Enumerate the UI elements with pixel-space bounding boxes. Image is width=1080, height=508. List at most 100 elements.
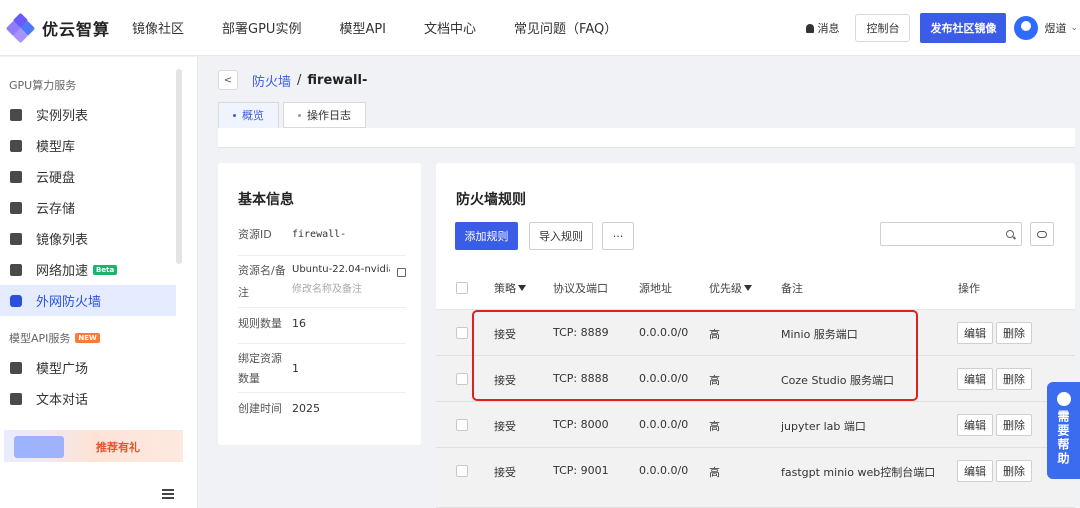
header-policy[interactable]: 策略 xyxy=(494,280,526,296)
firewall-rules-card: 防火墙规则 添加规则 导入规则 ··· 策略 协议及端口 源地址 优先级 备注 … xyxy=(436,163,1075,508)
cloud-sync-button[interactable] xyxy=(1030,222,1054,246)
cell-source: 0.0.0.0/0 xyxy=(639,326,689,339)
logo-text: 优云智算 xyxy=(42,19,111,39)
header-source: 源地址 xyxy=(639,282,672,295)
info-key: 资源ID xyxy=(238,228,272,241)
sidebar-item-label: 云硬盘 xyxy=(36,171,76,186)
cell-remark: fastgpt minio web控制台端口 xyxy=(781,466,936,479)
nav-faq[interactable]: 常见问题（FAQ） xyxy=(514,18,617,37)
header-priority[interactable]: 优先级 xyxy=(709,280,752,296)
back-button[interactable]: < xyxy=(218,70,238,90)
delete-button[interactable]: 删除 xyxy=(996,460,1032,482)
sidebar-item-network-accel[interactable]: 网络加速 Beta xyxy=(0,254,176,285)
new-badge: NEW xyxy=(75,333,100,343)
disk-icon xyxy=(10,170,22,183)
delete-button[interactable]: 删除 xyxy=(996,414,1032,436)
sidebar-item-model-square[interactable]: 模型广场 xyxy=(0,352,176,383)
sidebar-item-label: 文本对话 xyxy=(36,393,89,408)
sidebar-item-label: 实例列表 xyxy=(36,109,89,124)
cell-source: 0.0.0.0/0 xyxy=(639,372,689,385)
network-icon xyxy=(10,263,22,276)
edit-button[interactable]: 编辑 xyxy=(957,414,993,436)
nav-model-api[interactable]: 模型API xyxy=(339,18,386,37)
cell-source: 0.0.0.0/0 xyxy=(639,464,689,477)
nav-mirror-community[interactable]: 镜像社区 xyxy=(132,18,184,37)
row-checkbox[interactable] xyxy=(456,327,468,339)
sidebar-item-models[interactable]: 模型库 xyxy=(0,130,176,161)
basic-info-card: 基本信息 资源ID firewall- 资源名/备注 Ubuntu-22.04-… xyxy=(218,163,421,445)
dot-icon xyxy=(298,113,301,117)
sidebar-scrollbar[interactable] xyxy=(176,69,182,264)
cell-policy: 接受 xyxy=(494,328,516,341)
cell-source: 0.0.0.0/0 xyxy=(639,418,689,431)
delete-button[interactable]: 删除 xyxy=(996,322,1032,344)
table-row: 接受 TCP: 8000 0.0.0.0/0 高 jupyter lab 端口 … xyxy=(436,402,1075,448)
sidebar-item-cloud-storage[interactable]: 云存储 xyxy=(0,192,176,223)
header-label: 策略 xyxy=(494,282,516,295)
row-checkbox[interactable] xyxy=(456,465,468,477)
info-value: 16 xyxy=(292,317,306,330)
info-value: 1 xyxy=(292,362,299,375)
sidebar-group-model-api: 模型API服务 NEW xyxy=(0,328,197,348)
cell-remark: jupyter lab 端口 xyxy=(781,420,866,433)
help-button[interactable]: 需要帮助 xyxy=(1047,382,1080,479)
logo[interactable]: 优云智算 xyxy=(5,12,132,43)
messages-link[interactable]: 消息 xyxy=(806,20,839,36)
shield-icon xyxy=(10,294,22,307)
search-icon[interactable] xyxy=(1006,230,1014,238)
model-square-icon xyxy=(10,361,22,374)
cell-policy: 接受 xyxy=(494,374,516,387)
sidebar-item-cloud-disk[interactable]: 云硬盘 xyxy=(0,161,176,192)
messages-label: 消息 xyxy=(817,22,840,35)
nav-docs[interactable]: 文档中心 xyxy=(424,18,476,37)
info-value: Ubuntu-22.04-nvidia xyxy=(292,264,390,275)
username[interactable]: 煜道 xyxy=(1044,20,1066,36)
sidebar-item-images[interactable]: 镜像列表 xyxy=(0,223,176,254)
edit-button[interactable]: 编辑 xyxy=(957,322,993,344)
tab-operation-log[interactable]: 操作日志 xyxy=(283,102,366,128)
collapse-menu-icon[interactable] xyxy=(162,489,174,499)
select-all-checkbox[interactable] xyxy=(456,282,468,294)
sidebar-item-instances[interactable]: 实例列表 xyxy=(0,99,176,130)
row-checkbox[interactable] xyxy=(456,373,468,385)
cell-port: TCP: 8889 xyxy=(553,326,609,339)
table-row: 接受 TCP: 8888 0.0.0.0/0 高 Coze Studio 服务端… xyxy=(436,356,1075,402)
help-face-icon xyxy=(1056,392,1071,406)
publish-image-button[interactable]: 发布社区镜像 xyxy=(920,13,1007,43)
cell-priority: 高 xyxy=(709,374,720,387)
sidebar-item-label: 网络加速 xyxy=(36,264,89,279)
sidebar-item-text-chat[interactable]: 文本对话 xyxy=(0,383,176,414)
edit-icon[interactable] xyxy=(397,268,406,277)
chevron-down-icon[interactable]: ⌄ xyxy=(1070,23,1078,33)
cube-icon xyxy=(10,139,22,152)
tab-overview[interactable]: 概览 xyxy=(218,102,279,128)
info-row-created: 创建时间 2025 xyxy=(238,399,406,429)
promo-banner[interactable]: 推荐有礼 xyxy=(4,430,183,462)
more-button[interactable]: ··· xyxy=(602,222,634,250)
breadcrumb-firewall[interactable]: 防火墙 xyxy=(252,71,291,90)
delete-button[interactable]: 删除 xyxy=(996,368,1032,390)
row-checkbox[interactable] xyxy=(456,419,468,431)
edit-button[interactable]: 编辑 xyxy=(957,368,993,390)
nav-deploy-gpu[interactable]: 部署GPU实例 xyxy=(222,18,301,37)
instances-icon xyxy=(10,108,22,121)
sidebar-item-label: 镜像列表 xyxy=(36,233,89,248)
search-input[interactable] xyxy=(880,222,1022,246)
console-button[interactable]: 控制台 xyxy=(855,14,911,42)
sidebar-group-label: 模型API服务 xyxy=(9,332,71,345)
avatar[interactable] xyxy=(1014,16,1039,40)
add-rule-button[interactable]: 添加规则 xyxy=(455,222,518,250)
header-actions: 操作 xyxy=(958,282,980,295)
cloud-icon xyxy=(1037,230,1047,238)
tab-label: 概览 xyxy=(242,109,264,122)
promo-text: 推荐有礼 xyxy=(96,441,140,454)
cell-policy: 接受 xyxy=(494,466,516,479)
edit-button[interactable]: 编辑 xyxy=(957,460,993,482)
filter-icon[interactable] xyxy=(518,285,526,291)
sidebar-item-label: 云存储 xyxy=(36,202,76,217)
cell-port: TCP: 9001 xyxy=(553,464,609,477)
folder-icon xyxy=(10,201,22,214)
import-rule-button[interactable]: 导入规则 xyxy=(529,222,593,250)
sidebar-item-firewall[interactable]: 外网防火墙 xyxy=(0,285,176,316)
filter-icon[interactable] xyxy=(744,285,752,291)
